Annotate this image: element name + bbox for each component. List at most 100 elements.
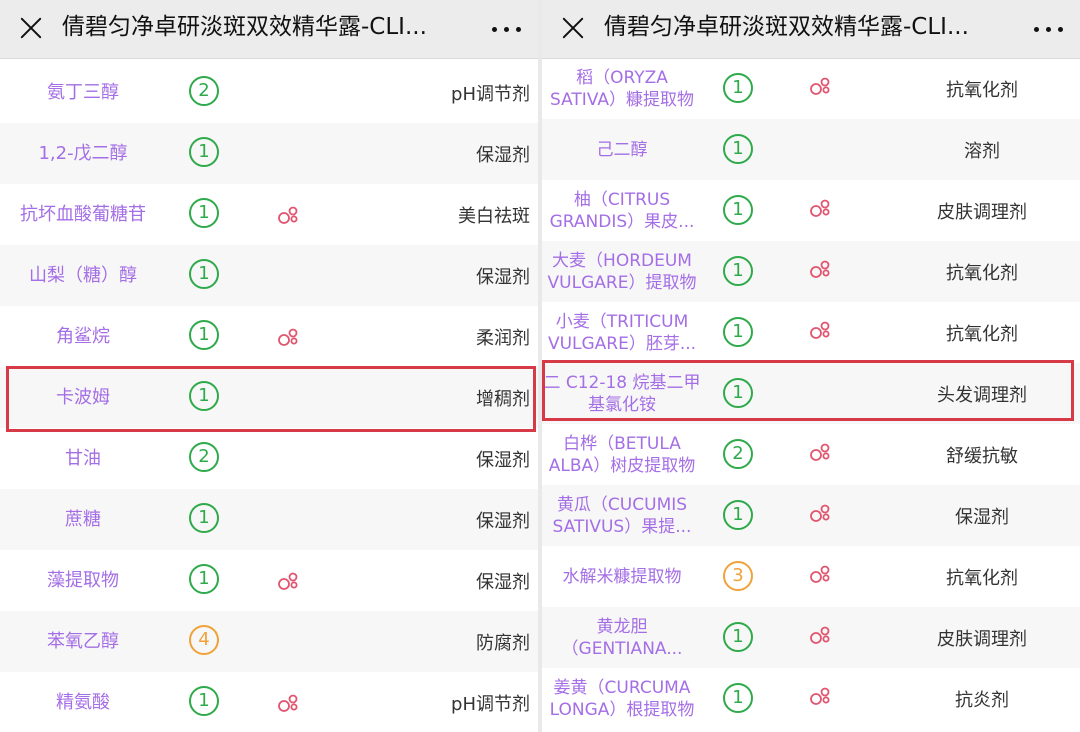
ingredient-row[interactable]: 抗坏血酸葡糖苷 1 美白祛斑	[0, 184, 538, 245]
safety-score-badge: 1	[189, 320, 219, 350]
ingredient-function: 皮肤调理剂	[937, 201, 1027, 223]
acne-risk-icon	[276, 324, 300, 348]
ingredient-row[interactable]: 角鲨烷 1 柔润剂	[0, 306, 538, 367]
ingredient-name[interactable]: 黄瓜（CUCUMIS SATIVUS）果提...	[542, 485, 702, 546]
ingredient-row[interactable]: 大麦（HORDEUM VULGARE）提取物 1 抗氧化剂	[542, 241, 1080, 302]
ingredient-name[interactable]: 1,2-戊二醇	[0, 123, 166, 184]
safety-score-badge: 1	[723, 256, 753, 286]
ingredient-name[interactable]: 大麦（HORDEUM VULGARE）提取物	[542, 241, 702, 302]
safety-score-badge: 1	[189, 686, 219, 716]
more-options-icon[interactable]	[488, 24, 526, 34]
ingredient-name[interactable]: 柚（CITRUS GRANDIS）果皮...	[542, 180, 702, 241]
safety-score-badge: 1	[723, 134, 753, 164]
ingredient-function: 抗氧化剂	[946, 323, 1018, 345]
acne-risk-icon	[276, 690, 300, 714]
ingredient-name[interactable]: 稻（ORYZA SATIVA）糠提取物	[542, 58, 702, 119]
ingredient-function: 保湿剂	[955, 506, 1009, 528]
ingredient-function: 保湿剂	[476, 266, 530, 288]
ingredient-name[interactable]: 己二醇	[542, 119, 702, 180]
ingredient-row[interactable]: 黄龙胆（GENTIANA... 1 皮肤调理剂	[542, 607, 1080, 668]
comparison-screenshot: 倩碧匀净卓研淡斑双效精华露-CLI... 氨丁三醇 2 pH调节剂 1,2-戊二醇 1 保…	[0, 0, 1080, 732]
ingredient-row[interactable]: 精氨酸 1 pH调节剂	[0, 672, 538, 732]
ingredient-function: 柔润剂	[476, 327, 530, 349]
safety-score-badge: 1	[723, 683, 753, 713]
ingredient-function: 皮肤调理剂	[937, 628, 1027, 650]
acne-risk-icon	[808, 195, 832, 219]
ingredient-name[interactable]: 白桦（BETULA ALBA）树皮提取物	[542, 424, 702, 485]
ingredient-row[interactable]: 苯氧乙醇 4 防腐剂	[0, 611, 538, 672]
acne-risk-icon	[808, 683, 832, 707]
ingredient-function: 抗氧化剂	[946, 567, 1018, 589]
ingredient-function: 舒缓抗敏	[946, 445, 1018, 467]
safety-score-badge: 3	[723, 561, 753, 591]
ingredient-row[interactable]: 小麦（TRITICUM VULGARE）胚芽... 1 抗氧化剂	[542, 302, 1080, 363]
safety-score-badge: 1	[189, 564, 219, 594]
ingredient-panel-right: 倩碧匀净卓研淡斑双效精华露-CLI... 稻（ORYZA SATIVA）糠提取物…	[542, 0, 1080, 732]
page-title: 倩碧匀净卓研淡斑双效精华露-CLI...	[62, 14, 427, 40]
safety-score-badge: 2	[189, 442, 219, 472]
ingredient-name[interactable]: 精氨酸	[0, 672, 166, 732]
close-icon[interactable]	[558, 13, 588, 43]
safety-score-badge: 4	[189, 625, 219, 655]
acne-risk-icon	[808, 256, 832, 280]
safety-score-badge: 1	[189, 259, 219, 289]
top-bar: 倩碧匀净卓研淡斑双效精华露-CLI...	[0, 0, 538, 59]
ingredient-function: pH调节剂	[451, 693, 530, 715]
acne-risk-icon	[808, 622, 832, 646]
ingredient-row[interactable]: 蔗糖 1 保湿剂	[0, 489, 538, 550]
safety-score-badge: 1	[723, 195, 753, 225]
ingredient-name[interactable]: 角鲨烷	[0, 306, 166, 367]
ingredient-function: 抗炎剂	[955, 689, 1009, 711]
ingredient-row[interactable]: 黄瓜（CUCUMIS SATIVUS）果提... 1 保湿剂	[542, 485, 1080, 546]
ingredient-function: 抗氧化剂	[946, 79, 1018, 101]
ingredient-function: 保湿剂	[476, 571, 530, 593]
ingredient-name[interactable]: 苯氧乙醇	[0, 611, 166, 672]
ingredient-function: pH调节剂	[451, 83, 530, 105]
ingredient-name[interactable]: 小麦（TRITICUM VULGARE）胚芽...	[542, 302, 702, 363]
ingredient-function: 保湿剂	[476, 510, 530, 532]
ingredient-row[interactable]: 山梨（糖）醇 1 保湿剂	[0, 245, 538, 306]
ingredient-row[interactable]: 白桦（BETULA ALBA）树皮提取物 2 舒缓抗敏	[542, 424, 1080, 485]
ingredient-panel-left: 倩碧匀净卓研淡斑双效精华露-CLI... 氨丁三醇 2 pH调节剂 1,2-戊二醇 1 保…	[0, 0, 538, 732]
ingredient-name[interactable]: 山梨（糖）醇	[0, 245, 166, 306]
safety-score-badge: 1	[189, 198, 219, 228]
acne-risk-icon	[276, 202, 300, 226]
ingredient-function: 抗氧化剂	[946, 262, 1018, 284]
ingredient-row[interactable]: 柚（CITRUS GRANDIS）果皮... 1 皮肤调理剂	[542, 180, 1080, 241]
safety-score-badge: 1	[723, 622, 753, 652]
safety-score-badge: 1	[189, 137, 219, 167]
ingredient-name[interactable]: 抗坏血酸葡糖苷	[0, 184, 166, 245]
ingredient-name[interactable]: 水解米糠提取物	[542, 546, 702, 607]
ingredient-name[interactable]: 藻提取物	[0, 550, 166, 611]
acne-risk-icon	[808, 500, 832, 524]
ingredient-row[interactable]: 1,2-戊二醇 1 保湿剂	[0, 123, 538, 184]
ingredient-function: 防腐剂	[476, 632, 530, 654]
acne-risk-icon	[808, 561, 832, 585]
ingredient-name[interactable]: 姜黄（CURCUMA LONGA）根提取物	[542, 668, 702, 729]
ingredient-row[interactable]: 藻提取物 1 保湿剂	[0, 550, 538, 611]
highlight-box	[542, 360, 1074, 421]
acne-risk-icon	[808, 73, 832, 97]
ingredient-row[interactable]: 姜黄（CURCUMA LONGA）根提取物 1 抗炎剂	[542, 668, 1080, 729]
ingredient-row[interactable]: 水解米糠提取物 3 抗氧化剂	[542, 546, 1080, 607]
ingredient-name[interactable]: 氨丁三醇	[0, 62, 166, 123]
safety-score-badge: 2	[723, 439, 753, 469]
acne-risk-icon	[808, 317, 832, 341]
ingredient-name[interactable]: 黄龙胆（GENTIANA...	[542, 607, 702, 668]
safety-score-badge: 1	[189, 503, 219, 533]
ingredient-function: 保湿剂	[476, 144, 530, 166]
page-title: 倩碧匀净卓研淡斑双效精华露-CLI...	[604, 14, 969, 40]
safety-score-badge: 1	[723, 73, 753, 103]
ingredient-name[interactable]: 蔗糖	[0, 489, 166, 550]
ingredient-row[interactable]: 己二醇 1 溶剂	[542, 119, 1080, 180]
top-bar: 倩碧匀净卓研淡斑双效精华露-CLI...	[542, 0, 1080, 59]
close-icon[interactable]	[16, 13, 46, 43]
more-options-icon[interactable]	[1030, 24, 1068, 34]
ingredient-name[interactable]: 甘油	[0, 428, 166, 489]
ingredient-row[interactable]: 稻（ORYZA SATIVA）糠提取物 1 抗氧化剂	[542, 58, 1080, 119]
ingredient-row[interactable]: 氨丁三醇 2 pH调节剂	[0, 62, 538, 123]
safety-score-badge: 1	[723, 317, 753, 347]
highlight-box	[6, 366, 536, 432]
acne-risk-icon	[276, 568, 300, 592]
ingredient-row[interactable]: 甘油 2 保湿剂	[0, 428, 538, 489]
